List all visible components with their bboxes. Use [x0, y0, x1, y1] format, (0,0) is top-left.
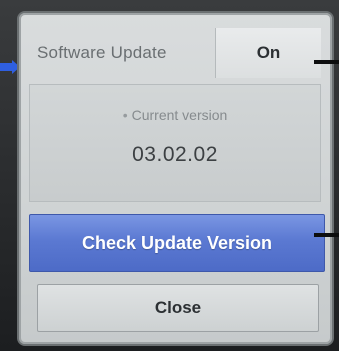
software-update-label: Software Update: [37, 43, 167, 62]
current-version-label-row: • Current version: [30, 107, 320, 123]
software-update-value[interactable]: On: [215, 28, 321, 78]
callout-line-middle: [314, 233, 339, 237]
current-version-label: Current version: [131, 107, 228, 123]
software-update-row[interactable]: Software Update On: [29, 28, 321, 78]
close-button[interactable]: Close: [37, 284, 319, 332]
current-version-panel: • Current version 03.02.02: [29, 84, 321, 202]
bullet-icon: •: [122, 107, 128, 123]
screen: Software Update On • Current version 03.0…: [0, 0, 339, 351]
check-update-version-button[interactable]: Check Update Version: [29, 214, 325, 272]
pointer-arrow-icon: [0, 60, 20, 74]
current-version-value: 03.02.02: [132, 143, 218, 166]
callout-line-top: [314, 60, 339, 64]
